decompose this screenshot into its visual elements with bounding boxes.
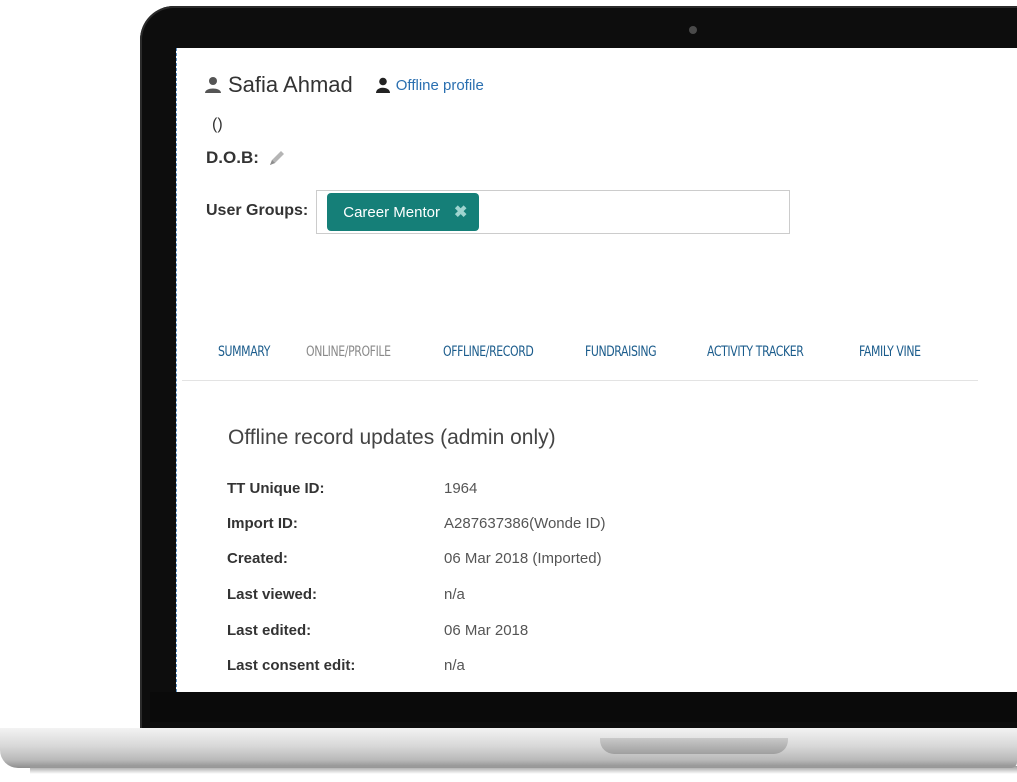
- tab-offline-record[interactable]: OFFLINE/RECORD: [443, 344, 534, 360]
- close-icon[interactable]: ✖: [454, 202, 467, 222]
- tabs-divider: [182, 380, 978, 381]
- record-key: Last viewed:: [227, 586, 318, 603]
- record-key: Created:: [227, 550, 288, 567]
- dob-row: D.O.B:: [206, 148, 287, 168]
- record-value: A287637386(Wonde ID): [444, 515, 606, 532]
- record-row: Import ID: A287637386(Wonde ID): [227, 515, 606, 532]
- user-header: Safia Ahmad Offline profile: [204, 72, 484, 98]
- user-groups-label: User Groups:: [206, 202, 309, 219]
- app-screen: Safia Ahmad Offline profile () D.O.B: Us…: [176, 48, 1017, 692]
- user-contact-placeholder: (): [212, 116, 223, 133]
- pencil-icon[interactable]: [267, 148, 287, 168]
- record-row: TT Unique ID: 1964: [227, 480, 477, 497]
- record-key: Import ID:: [227, 515, 298, 532]
- offline-profile-link[interactable]: Offline profile: [375, 77, 484, 94]
- user-name: Safia Ahmad: [228, 72, 353, 97]
- offline-profile-label: Offline profile: [395, 76, 484, 94]
- record-value: 06 Mar 2018 (Imported): [444, 550, 602, 567]
- record-row: Last viewed: n/a: [227, 586, 465, 603]
- user-groups-input[interactable]: Career Mentor ✖: [316, 190, 791, 234]
- record-row: Last edited: 06 Mar 2018: [227, 622, 528, 639]
- section-title: Offline record updates (admin only): [228, 426, 556, 449]
- tab-summary[interactable]: SUMMARY: [218, 344, 270, 360]
- record-row: Last consent edit: n/a: [227, 657, 465, 674]
- laptop-mockup: Safia Ahmad Offline profile () D.O.B: Us…: [0, 0, 1017, 782]
- record-value: n/a: [444, 586, 465, 603]
- record-key: TT Unique ID:: [227, 480, 325, 497]
- tab-family-vine[interactable]: FAMILY VINE: [859, 344, 921, 360]
- record-row: Created: 06 Mar 2018 (Imported): [227, 550, 602, 567]
- person-icon: [375, 77, 391, 93]
- tab-fundraising[interactable]: FUNDRAISING: [585, 344, 657, 360]
- group-tag-career-mentor[interactable]: Career Mentor ✖: [327, 193, 480, 231]
- user-icon: [204, 76, 222, 94]
- group-tag-label: Career Mentor: [343, 203, 440, 221]
- laptop-notch: [600, 738, 788, 754]
- tab-activity-tracker[interactable]: ACTIVITY TRACKER: [707, 344, 804, 360]
- record-key: Last consent edit:: [227, 657, 356, 674]
- record-key: Last edited:: [227, 622, 312, 639]
- record-value: 06 Mar 2018: [444, 622, 529, 639]
- base-shadow: [30, 766, 1017, 774]
- tab-online-profile[interactable]: ONLINE/PROFILE: [306, 344, 391, 360]
- record-value: 1964: [444, 480, 478, 497]
- camera-dot: [689, 26, 697, 34]
- dob-label: D.O.B:: [206, 148, 259, 167]
- bezel-bottom: [150, 692, 1017, 722]
- record-tabs: SUMMARY ONLINE/PROFILE OFFLINE/RECORD FU…: [218, 344, 971, 360]
- user-groups-row: User Groups: Career Mentor ✖: [206, 190, 791, 234]
- screen-edge: [176, 48, 178, 692]
- record-value: n/a: [444, 657, 465, 674]
- laptop-base: [0, 728, 1017, 768]
